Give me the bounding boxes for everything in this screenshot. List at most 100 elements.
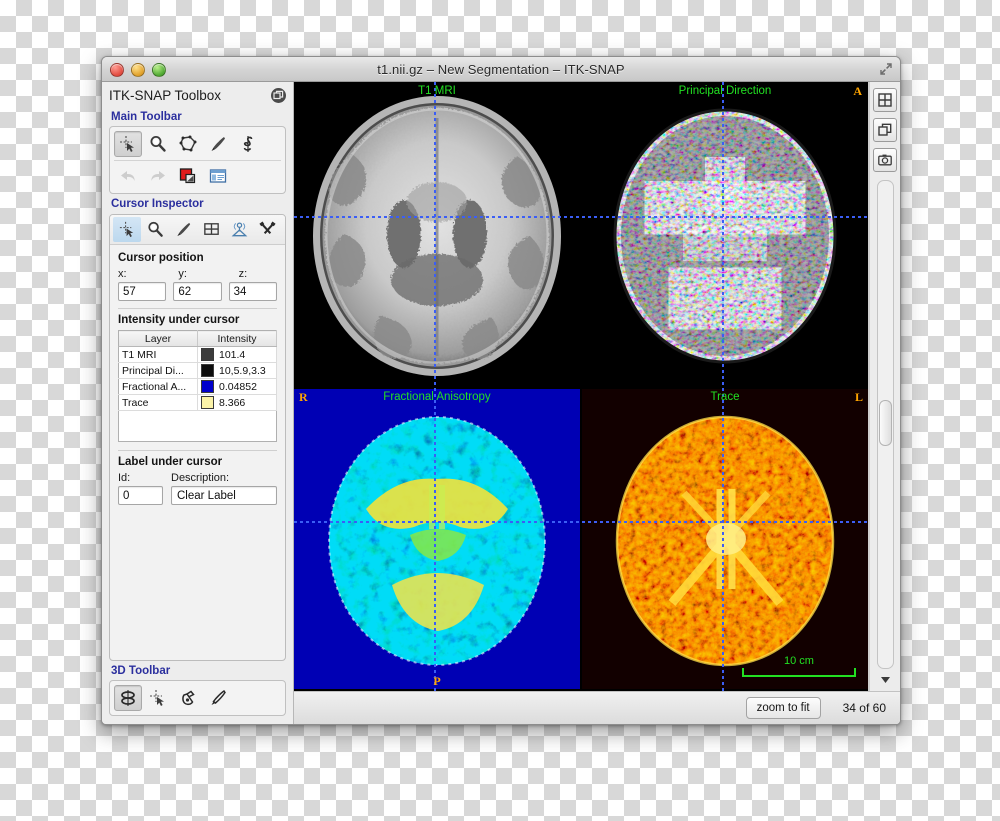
pane-t1-mri[interactable]: T1 MRI (294, 82, 580, 386)
inspector-tab-strip (110, 215, 285, 245)
scrollbar-thumb[interactable] (878, 400, 892, 446)
tab-layers[interactable] (198, 217, 226, 242)
intensity-table: Layer Intensity T1 MRI 101.4 Principal D… (118, 330, 277, 411)
paintbrush-tool[interactable] (204, 131, 232, 157)
spray-can-tool[interactable] (174, 685, 202, 711)
table-row[interactable]: Trace 8.366 (118, 394, 277, 411)
label-inputs: 0 Clear Label (118, 486, 277, 505)
window-title: t1.nii.gz – New Segmentation – ITK-SNAP (377, 61, 625, 77)
screenshot-button[interactable] (873, 148, 897, 172)
window-controls (110, 63, 166, 77)
label-description-caption: Description: (171, 472, 230, 484)
cursor-y-input[interactable]: 62 (173, 282, 222, 301)
pane-fractional-anisotropy[interactable]: Fractional Anisotropy R P (294, 387, 580, 691)
trace-render (582, 389, 868, 690)
label-description-input[interactable]: Clear Label (171, 486, 277, 505)
divider (118, 450, 277, 451)
undo-button[interactable] (114, 163, 142, 189)
table-header-row: Layer Intensity (118, 330, 277, 347)
orientation-marker-posterior: P (433, 674, 441, 688)
viewer-region: T1 MRI Principal Direction A Fractional … (294, 82, 900, 724)
label-id-input[interactable]: 0 (118, 486, 163, 505)
resize-grip-icon[interactable] (878, 61, 894, 77)
cursor-inspector-title: Cursor Inspector (111, 198, 204, 210)
orientation-marker-left: L (854, 389, 863, 404)
trackball-tool[interactable] (114, 685, 142, 711)
label-field-labels: Id: Description: (118, 472, 277, 484)
redo-button[interactable] (144, 163, 172, 189)
toolbox-header: ITK-SNAP Toolbox (109, 88, 286, 103)
table-row[interactable]: Principal Di... 10,5.9,3.3 (118, 362, 277, 379)
toolbar-3d-panel (109, 680, 286, 716)
itk-snap-window: t1.nii.gz – New Segmentation – ITK-SNAP … (101, 56, 901, 725)
detach-panel-icon[interactable] (271, 88, 286, 103)
x-label: x: (118, 268, 127, 280)
xyz-labels: x: y: z: (118, 268, 277, 280)
pane-principal-direction[interactable]: Principal Direction A (582, 82, 868, 386)
slice-counter: 34 of 60 (842, 701, 886, 715)
scalpel-tool[interactable] (204, 685, 232, 711)
z-label: z: (238, 268, 248, 280)
intensity-value: 8.366 (219, 396, 246, 409)
layer-color-swatch (201, 348, 214, 361)
right-rail (869, 82, 900, 691)
scroll-down-arrow-icon[interactable] (878, 672, 893, 687)
layer-name: Principal Di... (118, 362, 198, 379)
crosshair-3d-tool[interactable] (144, 685, 172, 711)
layer-color-swatch (201, 396, 214, 409)
crosshair-tool[interactable] (114, 131, 142, 157)
label-editor-button[interactable] (204, 163, 232, 189)
main-toolbar-row-2 (114, 160, 281, 190)
pane-trace[interactable]: Trace L 10 cm (582, 387, 868, 691)
minimize-button[interactable] (131, 63, 145, 77)
inspector-body: Cursor position x: y: z: 57 62 34 Intens… (110, 245, 285, 660)
layer-color-swatch (201, 380, 214, 393)
cursor-x-input[interactable]: 57 (118, 282, 167, 301)
table-row[interactable]: T1 MRI 101.4 (118, 346, 277, 363)
orientation-marker-anterior: A (853, 84, 862, 98)
main-toolbar-row-1 (114, 130, 281, 158)
intensity-table-empty-space (118, 411, 277, 442)
toolbar-3d-row (114, 684, 281, 712)
active-label-swatch[interactable] (174, 163, 202, 189)
tab-tools[interactable] (254, 217, 282, 242)
intensity-heading: Intensity under cursor (118, 314, 240, 326)
layout-grid-button[interactable] (873, 88, 897, 112)
layer-name: Trace (118, 394, 198, 411)
status-bar: zoom to fit 34 of 60 (294, 691, 900, 724)
toolbar-3d-title: 3D Toolbar (111, 665, 171, 677)
intensity-value: 10,5.9,3.3 (219, 364, 266, 377)
tab-3d[interactable] (226, 217, 254, 242)
toolbox-title: ITK-SNAP Toolbox (109, 88, 222, 103)
cursor-z-input[interactable]: 34 (228, 282, 277, 301)
close-button[interactable] (110, 63, 124, 77)
snake-tool[interactable] (234, 131, 262, 157)
zoom-to-fit-button[interactable]: zoom to fit (745, 697, 821, 719)
orientation-marker-right: R (299, 389, 308, 404)
tab-zoom-pan[interactable] (141, 217, 169, 242)
zoom-button[interactable] (152, 63, 166, 77)
viewer-main: T1 MRI Principal Direction A Fractional … (294, 82, 900, 691)
zoom-pan-tool[interactable] (144, 131, 172, 157)
xyz-inputs: 57 62 34 (118, 282, 277, 301)
tab-cursor-inspector[interactable] (113, 217, 142, 242)
polygon-tool[interactable] (174, 131, 202, 157)
layout-window-button[interactable] (873, 118, 897, 142)
table-row[interactable]: Fractional A... 0.04852 (118, 378, 277, 395)
image-grid: T1 MRI Principal Direction A Fractional … (294, 82, 869, 691)
layer-intensity: 0.04852 (197, 378, 277, 395)
main-toolbar-panel (109, 126, 286, 194)
cursor-inspector-panel: Cursor position x: y: z: 57 62 34 Intens… (109, 214, 286, 661)
column-layer: Layer (118, 330, 198, 347)
vertical-scrollbar[interactable] (876, 180, 894, 669)
window-body: ITK-SNAP Toolbox Main Toolbar Cursor Ins… (102, 82, 900, 724)
layer-intensity: 10,5.9,3.3 (197, 362, 277, 379)
main-toolbar-title: Main Toolbar (111, 111, 182, 123)
toolbox-panel: ITK-SNAP Toolbox Main Toolbar Cursor Ins… (102, 82, 294, 724)
scale-bar-label: 10 cm (784, 655, 814, 667)
scale-bar: 10 cm (742, 655, 856, 677)
divider (118, 308, 277, 309)
title-bar: t1.nii.gz – New Segmentation – ITK-SNAP (102, 57, 900, 82)
layer-name: Fractional A... (118, 378, 198, 395)
tab-paintbrush[interactable] (169, 217, 197, 242)
